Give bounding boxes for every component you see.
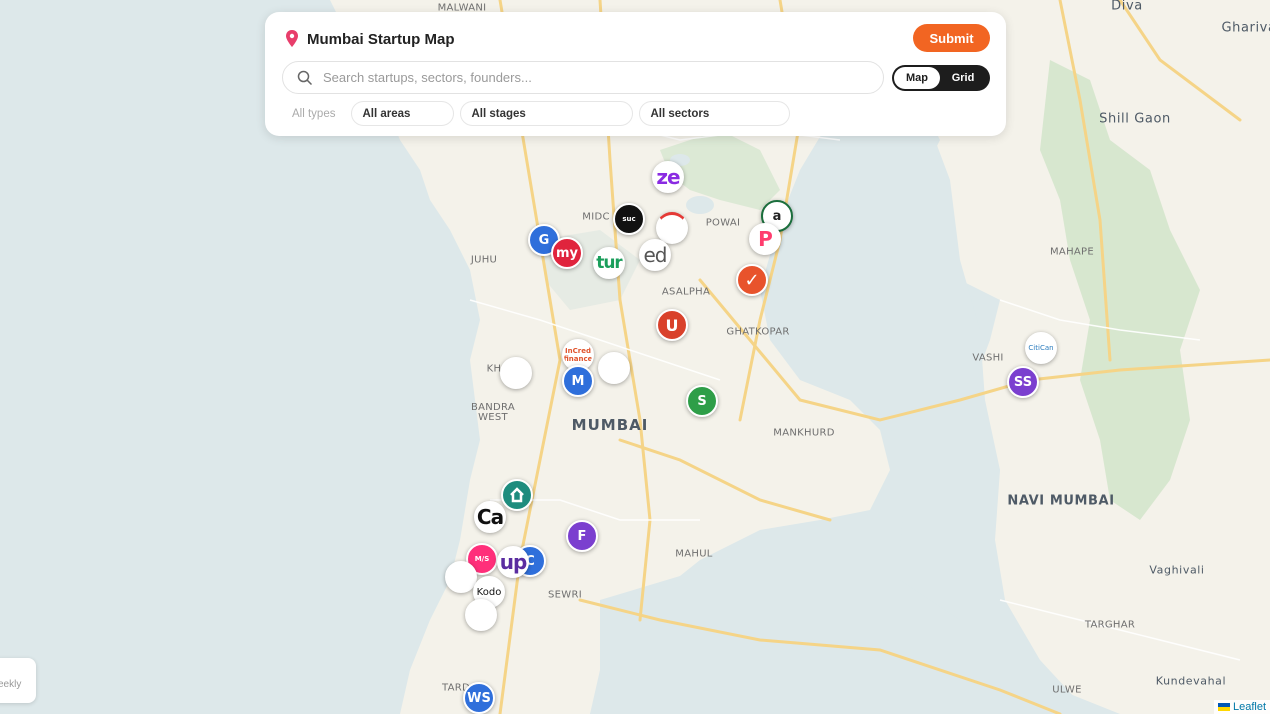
startup-marker[interactable]: F — [566, 520, 598, 552]
title-row: Mumbai Startup Map — [285, 30, 455, 48]
place-label: BANDRA WEST — [470, 402, 516, 423]
stage-filter[interactable]: All stages — [460, 101, 634, 126]
startup-marker[interactable]: M — [562, 365, 594, 397]
ukraine-flag-icon — [1217, 703, 1230, 711]
startup-marker[interactable]: Ca — [474, 501, 506, 533]
marker-label: Kodo — [476, 586, 502, 598]
type-filter[interactable]: All types — [282, 101, 345, 126]
startup-marker[interactable]: WS — [463, 682, 495, 714]
startup-marker[interactable] — [598, 352, 630, 384]
search-bar[interactable] — [282, 61, 884, 94]
map-view-option[interactable]: Map — [894, 67, 940, 89]
startup-marker[interactable]: ed — [639, 239, 671, 271]
place-label: ULWE — [1052, 684, 1082, 696]
search-panel: Mumbai Startup Map Submit Map Grid All t… — [265, 12, 1006, 136]
marker-label: G — [538, 232, 550, 248]
search-icon — [297, 70, 313, 85]
place-label: SEWRI — [548, 589, 582, 601]
marker-label: a — [772, 208, 782, 224]
marker-label: tur — [596, 253, 623, 273]
filter-bar: All types All areas All stages All secto… — [282, 101, 791, 126]
startup-marker[interactable]: S — [686, 385, 718, 417]
submit-button[interactable]: Submit — [913, 24, 990, 52]
place-label: GHATKOPAR — [726, 326, 790, 338]
startup-marker[interactable]: ze — [652, 161, 684, 193]
grid-view-option[interactable]: Grid — [940, 67, 986, 89]
marker-label: CitiCan — [1028, 344, 1054, 352]
startup-marker[interactable]: up — [497, 546, 529, 578]
startup-marker[interactable] — [501, 479, 533, 511]
marker-label: U — [665, 315, 679, 335]
marker-label: SS — [1013, 374, 1033, 390]
place-label: Kundevahal — [1155, 674, 1227, 688]
marker-label: M — [571, 373, 585, 389]
marker-label: suc — [622, 215, 636, 223]
place-label: MUMBAI — [571, 416, 649, 434]
house-icon — [510, 487, 524, 503]
startup-marker[interactable] — [500, 357, 532, 389]
startup-marker[interactable] — [445, 561, 477, 593]
marker-label: ✓ — [744, 269, 760, 291]
marker-label: ed — [643, 243, 668, 267]
place-label: MANKHURD — [773, 427, 835, 439]
marker-label: ze — [656, 165, 680, 189]
marker-label: up — [499, 550, 527, 574]
startup-marker[interactable]: tur — [593, 247, 625, 279]
marker-label: M/S — [474, 555, 490, 563]
startup-marker[interactable]: ✓ — [736, 264, 768, 296]
place-label: TARGHAR — [1084, 619, 1136, 631]
startup-marker[interactable]: P — [749, 223, 781, 255]
place-label: POWAI — [705, 217, 741, 229]
place-label: ASALPHA — [661, 286, 711, 298]
place-label: NAVI MUMBAI — [1007, 493, 1115, 509]
place-label: JUHU — [470, 254, 498, 266]
startup-marker[interactable]: CitiCan — [1025, 332, 1057, 364]
marker-label: F — [577, 528, 587, 544]
startup-marker[interactable]: SS — [1007, 366, 1039, 398]
place-label: Ghariva — [1221, 20, 1270, 36]
place-label: Vaghivali — [1149, 563, 1205, 577]
weekly-widget[interactable]: eekly — [0, 658, 36, 703]
startup-marker[interactable] — [465, 599, 497, 631]
startup-marker[interactable]: my — [551, 237, 583, 269]
map-attribution[interactable]: Leaflet — [1213, 700, 1270, 714]
map-pin-icon — [286, 30, 298, 47]
marker-label: InCred finance — [563, 347, 593, 363]
startup-marker[interactable]: U — [656, 309, 688, 341]
marker-label: WS — [467, 690, 491, 706]
marker-label: my — [555, 245, 579, 261]
marker-label: S — [697, 393, 707, 409]
place-label: MAHAPE — [1050, 246, 1094, 258]
marker-label: Ca — [476, 505, 504, 529]
area-filter[interactable]: All areas — [351, 101, 455, 126]
place-label: Shill Gaon — [1099, 111, 1171, 127]
place-label: MIDC — [582, 211, 610, 223]
place-label: MAHUL — [675, 548, 713, 560]
startup-marker[interactable]: suc — [613, 203, 645, 235]
page-title: Mumbai Startup Map — [307, 30, 455, 48]
place-label: VASHI — [972, 352, 1004, 364]
attribution-link[interactable]: Leaflet — [1233, 701, 1266, 713]
weekly-label: eekly — [0, 679, 22, 690]
view-toggle[interactable]: Map Grid — [892, 65, 990, 91]
search-input[interactable] — [323, 70, 883, 85]
marker-label: P — [758, 227, 773, 251]
place-label: Diva — [1111, 0, 1143, 14]
sector-filter[interactable]: All sectors — [639, 101, 791, 126]
